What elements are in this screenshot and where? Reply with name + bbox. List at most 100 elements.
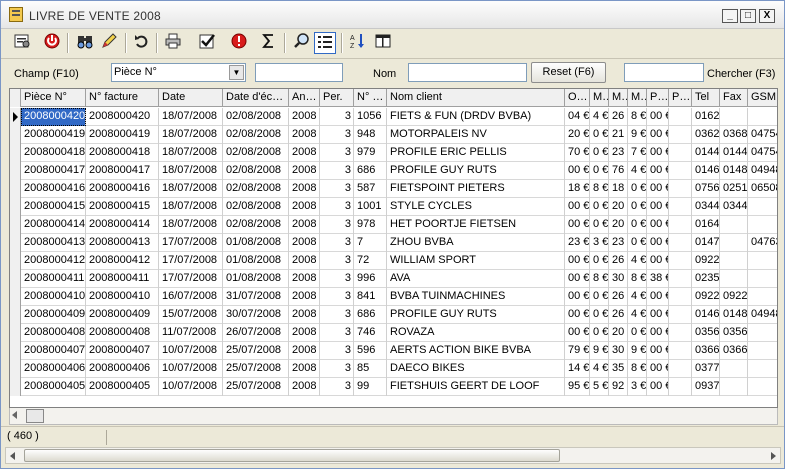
table-cell[interactable]: 0377: [692, 360, 720, 378]
table-cell[interactable]: 3: [320, 324, 354, 342]
table-cell[interactable]: 0 €: [628, 324, 647, 342]
table-cell[interactable]: 0162: [692, 108, 720, 126]
table-cell[interactable]: 00 €: [565, 198, 590, 216]
column-header[interactable]: M…: [609, 89, 628, 107]
table-cell[interactable]: 3 €: [628, 378, 647, 396]
column-header[interactable]: Date d'éc…: [223, 89, 289, 107]
table-cell[interactable]: 0148: [720, 162, 748, 180]
table-cell[interactable]: 0366: [720, 342, 748, 360]
table-cell[interactable]: 2008000411: [86, 270, 159, 288]
table-cell[interactable]: [748, 270, 777, 288]
table-cell[interactable]: 00 €: [565, 324, 590, 342]
table-cell[interactable]: 3: [320, 180, 354, 198]
table-cell[interactable]: [669, 342, 692, 360]
table-cell[interactable]: 746: [354, 324, 387, 342]
table-cell[interactable]: 2008000407: [21, 342, 86, 360]
table-cell[interactable]: PROFILE GUY RUTS: [387, 162, 565, 180]
table-cell[interactable]: [669, 378, 692, 396]
table-cell[interactable]: 23 €: [609, 144, 628, 162]
table-cell[interactable]: 686: [354, 306, 387, 324]
table-cell[interactable]: 20 €: [609, 198, 628, 216]
table-cell[interactable]: 2008000417: [21, 162, 86, 180]
edit-icon[interactable]: [98, 32, 120, 54]
table-cell[interactable]: 11/07/2008: [159, 324, 223, 342]
table-cell[interactable]: 0 €: [590, 198, 609, 216]
table-cell[interactable]: 0362: [692, 126, 720, 144]
table-cell[interactable]: 2008000415: [86, 198, 159, 216]
table-cell[interactable]: 841: [354, 288, 387, 306]
table-cell[interactable]: 3: [320, 252, 354, 270]
table-cell[interactable]: 2008000412: [21, 252, 86, 270]
search-input[interactable]: [624, 63, 704, 82]
table-cell[interactable]: 3: [320, 360, 354, 378]
table-cell[interactable]: [748, 360, 777, 378]
table-cell[interactable]: 4 €: [628, 162, 647, 180]
table-cell[interactable]: [669, 180, 692, 198]
column-header[interactable]: Fax: [720, 89, 748, 107]
field-select[interactable]: Pièce N° ▼: [111, 63, 246, 82]
field-value-input[interactable]: [255, 63, 343, 82]
row-indicator[interactable]: [10, 216, 21, 234]
table-cell[interactable]: 5 €: [590, 378, 609, 396]
column-header[interactable]: N° facture: [86, 89, 159, 107]
table-cell[interactable]: [720, 360, 748, 378]
table-cell[interactable]: 2008: [289, 306, 320, 324]
print-icon[interactable]: [162, 32, 184, 54]
table-cell[interactable]: 0922: [692, 288, 720, 306]
check-icon[interactable]: [196, 32, 218, 54]
table-cell[interactable]: 2008000406: [86, 360, 159, 378]
undo-icon[interactable]: [131, 32, 153, 54]
table-cell[interactable]: 00 €: [565, 306, 590, 324]
table-cell[interactable]: 18 €: [609, 180, 628, 198]
row-indicator[interactable]: [10, 360, 21, 378]
table-cell[interactable]: 4 €: [628, 306, 647, 324]
table-cell[interactable]: 686: [354, 162, 387, 180]
table-cell[interactable]: 00 €: [647, 144, 669, 162]
row-indicator[interactable]: [10, 180, 21, 198]
table-cell[interactable]: 3: [320, 234, 354, 252]
row-indicator[interactable]: [10, 144, 21, 162]
minimize-button[interactable]: _: [722, 9, 738, 23]
table-cell[interactable]: 00 €: [647, 162, 669, 180]
table-cell[interactable]: 17/07/2008: [159, 234, 223, 252]
table-cell[interactable]: 0494861: [748, 306, 777, 324]
table-cell[interactable]: 18/07/2008: [159, 198, 223, 216]
table-cell[interactable]: 3: [320, 342, 354, 360]
table-row[interactable]: 2008000411 2008000411 17/07/2008 01/08/2008…: [10, 270, 777, 288]
table-cell[interactable]: [748, 198, 777, 216]
table-cell[interactable]: 2008000410: [21, 288, 86, 306]
table-cell[interactable]: 01/08/2008: [223, 234, 289, 252]
table-cell[interactable]: 10/07/2008: [159, 360, 223, 378]
info-icon[interactable]: [228, 32, 250, 54]
table-cell[interactable]: AVA: [387, 270, 565, 288]
table-cell[interactable]: 0 €: [628, 180, 647, 198]
table-cell[interactable]: 04 €: [565, 108, 590, 126]
table-cell[interactable]: [720, 216, 748, 234]
table-cell[interactable]: [748, 108, 777, 126]
table-cell[interactable]: 72: [354, 252, 387, 270]
table-cell[interactable]: 9 €: [628, 126, 647, 144]
table-cell[interactable]: 0 €: [628, 234, 647, 252]
table-cell[interactable]: 0164: [692, 216, 720, 234]
table-cell[interactable]: 01/08/2008: [223, 252, 289, 270]
table-cell[interactable]: 3: [320, 144, 354, 162]
maximize-button[interactable]: □: [740, 9, 756, 23]
table-cell[interactable]: 00 €: [565, 216, 590, 234]
table-cell[interactable]: 17/07/2008: [159, 252, 223, 270]
table-cell[interactable]: 02/08/2008: [223, 108, 289, 126]
table-cell[interactable]: 00 €: [647, 342, 669, 360]
table-cell[interactable]: 0146: [692, 306, 720, 324]
table-cell[interactable]: WILLIAM SPORT: [387, 252, 565, 270]
table-cell[interactable]: 8 €: [628, 360, 647, 378]
title-bar[interactable]: LIVRE DE VENTE 2008 _ □ X: [1, 1, 784, 29]
table-cell[interactable]: FIETSHUIS GEERT DE LOOF: [387, 378, 565, 396]
table-row[interactable]: 2008000405 2008000405 10/07/2008 25/07/2008…: [10, 378, 777, 396]
table-cell[interactable]: 18/07/2008: [159, 144, 223, 162]
table-cell[interactable]: 92 €: [609, 378, 628, 396]
reset-button[interactable]: Reset (F6): [531, 62, 606, 83]
row-indicator[interactable]: [10, 342, 21, 360]
table-cell[interactable]: 0937: [692, 378, 720, 396]
table-cell[interactable]: 4 €: [590, 108, 609, 126]
properties-icon[interactable]: [11, 32, 33, 54]
table-cell[interactable]: 26 €: [609, 306, 628, 324]
